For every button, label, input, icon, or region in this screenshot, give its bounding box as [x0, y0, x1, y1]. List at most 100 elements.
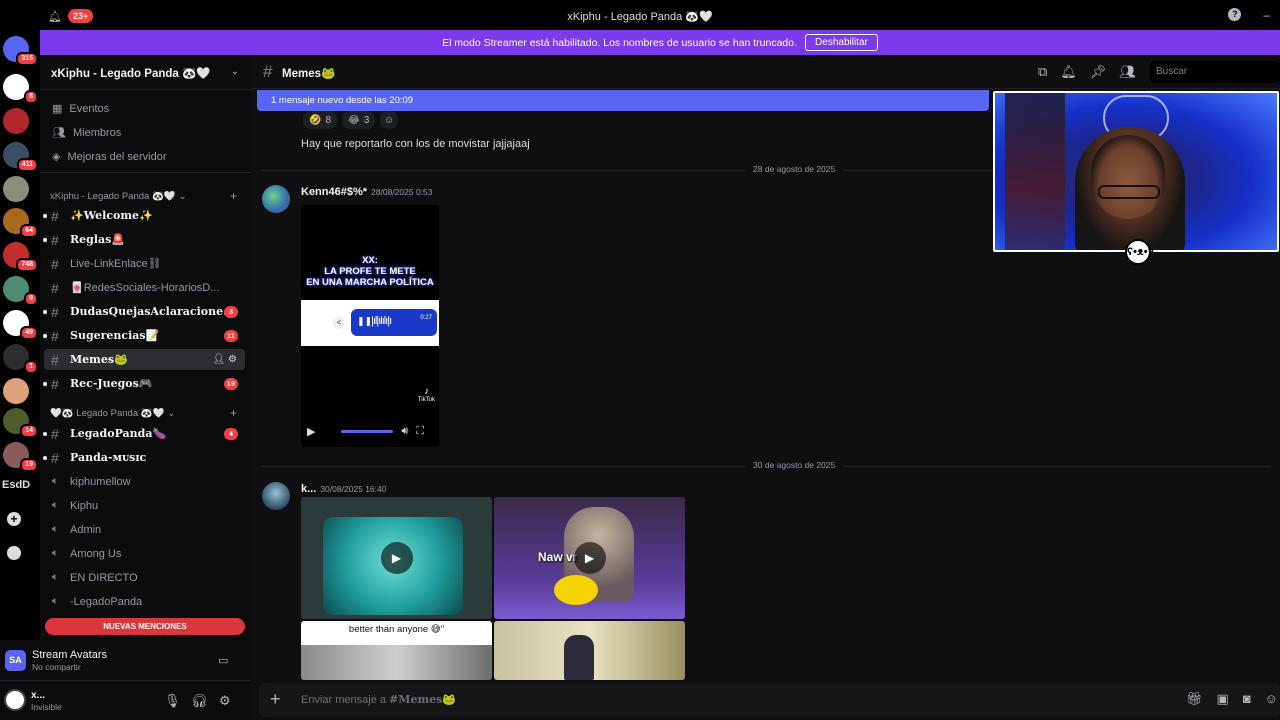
video-tile[interactable]: better than anyone 😅" — [301, 621, 492, 680]
server-icon[interactable]: 411 — [3, 142, 38, 172]
invite-icon[interactable]: 👤︎ — [213, 354, 228, 365]
author-name[interactable]: Kenn46#$%* — [301, 186, 367, 198]
nav-server-boost[interactable]: ◈ Mejoras del servidor — [52, 150, 167, 164]
microphone-icon[interactable]: 🎙︎ — [164, 693, 181, 709]
server-icon[interactable]: 1 — [3, 344, 38, 374]
headphones-icon[interactable]: 🎧︎ — [191, 693, 208, 709]
channel-item[interactable]: # LegadoPanda🍆 4 — [43, 423, 245, 444]
video-tile[interactable] — [494, 621, 685, 680]
add-attachment-icon[interactable]: + — [270, 689, 281, 710]
pause-icon: ❚❚ — [357, 316, 373, 326]
channel-item[interactable]: 🔈︎ Kiphu — [44, 495, 245, 516]
server-icon[interactable]: 49 — [3, 310, 38, 340]
avatar[interactable] — [262, 482, 290, 510]
avatar[interactable] — [262, 185, 290, 213]
fullscreen-icon[interactable]: ⛶ — [416, 425, 424, 438]
channel-item[interactable]: # ✨Welcome✨ — [43, 205, 245, 226]
sticker-icon[interactable]: ◙ — [1243, 691, 1251, 707]
channel-item[interactable]: # 🀄RedesSociales-HorariosD... — [44, 277, 245, 298]
user-name[interactable]: x... — [31, 690, 45, 701]
settings-gear-icon[interactable]: ⚙ — [219, 693, 231, 709]
add-reaction-button[interactable]: ☺ — [380, 111, 399, 129]
server-icon[interactable]: 748 — [3, 242, 38, 272]
channel-item[interactable]: # Panda-ᴍᴜsɪᴄ — [43, 447, 245, 468]
server-icon[interactable]: 9 — [3, 276, 38, 306]
notification-bell-icon[interactable]: 🔔︎ — [1060, 64, 1077, 80]
explore-icon[interactable] — [7, 546, 21, 560]
search-input[interactable]: Buscar — [1150, 61, 1280, 83]
streamer-mode-message: El modo Streamer está habilitado. Los no… — [442, 36, 798, 49]
channel-item[interactable]: 🔈︎ EN DIRECTO — [44, 567, 245, 588]
channel-item[interactable]: 🔈︎ Among Us — [44, 543, 245, 564]
stream-avatars-title[interactable]: Stream Avatars — [32, 649, 107, 661]
channel-item[interactable]: # Sugerencias📝 11 — [43, 325, 245, 346]
server-icon[interactable]: 19 — [3, 442, 38, 472]
video-tile[interactable]: ▶ — [301, 497, 492, 619]
message-author[interactable]: k... 30/08/2025 16:40 — [301, 483, 386, 495]
message-author[interactable]: Kenn46#$%* 28/08/2025 0:53 — [301, 186, 433, 198]
message-input[interactable]: Enviar mensaje a #Memes🐸 — [301, 693, 456, 706]
help-icon[interactable]: ? — [1228, 8, 1242, 21]
gift-icon[interactable]: 🎁︎ — [1186, 691, 1203, 707]
new-messages-bar[interactable]: 1 mensaje nuevo desde las 20:09 — [257, 90, 989, 111]
server-icon[interactable]: 8 — [3, 74, 38, 104]
play-icon[interactable]: ▶ — [573, 542, 606, 574]
server-icon[interactable] — [3, 108, 29, 134]
server-mention-badge: 14 — [20, 424, 38, 438]
server-text-item[interactable]: EsdD — [2, 479, 30, 491]
reaction-joy[interactable]: 😂 3 — [342, 111, 376, 129]
server-icon[interactable]: 14 — [3, 408, 38, 438]
threads-icon[interactable]: ⧉ — [1038, 64, 1047, 80]
server-icon[interactable] — [3, 176, 29, 202]
channel-item[interactable]: 🔈︎ -LegadoPanda — [44, 591, 245, 612]
hash-icon: # — [51, 327, 59, 344]
category-header[interactable]: xKiphu - Legado Panda 🐼🤍 ⌄ — [50, 191, 187, 202]
add-channel-icon[interactable]: + — [230, 406, 237, 420]
video-tile[interactable]: Naw vr ▶ — [494, 497, 685, 619]
play-icon[interactable]: ▶ — [380, 542, 413, 574]
avatar[interactable] — [4, 689, 26, 711]
channel-name: DudasQuejasAclaracione... — [70, 305, 225, 318]
chevron-down-icon[interactable]: ⌄ — [231, 66, 239, 77]
pin-icon[interactable]: 📌︎ — [1090, 64, 1107, 80]
message-composer[interactable]: + Enviar mensaje a #Memes🐸 🎁︎ ▣ ◙ ☺ — [259, 683, 1280, 717]
channel-item[interactable]: # Memes🐸 👤︎ ⚙ — [44, 349, 245, 370]
channel-item[interactable]: 🔈︎ Admin — [44, 519, 245, 540]
channel-settings-icon[interactable]: ⚙ — [228, 354, 237, 365]
server-icon[interactable]: 64 — [3, 208, 38, 238]
channel-item[interactable]: # Reglas🚨 — [43, 229, 245, 250]
channel-name: Reglas🚨 — [70, 233, 126, 246]
channel-item[interactable]: # Rec-Juegos🎮 19 — [43, 373, 245, 394]
add-server-icon[interactable]: + — [7, 512, 21, 526]
reaction-rofl[interactable]: 🤣 8 — [303, 111, 338, 129]
header-divider — [40, 89, 251, 90]
nav-label: Eventos — [69, 102, 110, 115]
nav-members[interactable]: 👥︎ Miembros — [52, 126, 121, 140]
screen-share-icon[interactable]: ▭ — [218, 654, 228, 667]
add-channel-icon[interactable]: + — [230, 189, 237, 203]
author-name[interactable]: k... — [301, 483, 316, 495]
member-list-icon[interactable]: 👥︎ — [1119, 64, 1136, 80]
reaction-emoji: 🤣 — [309, 114, 322, 126]
new-mentions-pill[interactable]: NUEVAS MENCIONES — [45, 618, 245, 635]
gif-icon[interactable]: ▣ — [1217, 691, 1229, 707]
server-name[interactable]: xKiphu - Legado Panda 🐼🤍 — [51, 66, 211, 80]
emoji-icon[interactable]: ☺ — [1265, 691, 1278, 707]
minimize-icon[interactable]: – — [1263, 8, 1270, 22]
category-header[interactable]: 🤍🐼 Legado Panda 🐼🤍 ⌄ — [50, 408, 175, 419]
tiktok-video-embed[interactable]: XX: LA PROFE TE METE EN UNA MARCHA POLÍT… — [301, 205, 439, 447]
play-icon[interactable]: ▶ — [307, 425, 315, 438]
volume-slider[interactable] — [341, 430, 394, 433]
channel-item[interactable]: # Live-LinkEnlace⛓ — [44, 253, 245, 274]
channel-item[interactable]: 🔈︎ kiphumellow — [44, 471, 245, 492]
unread-dot — [43, 455, 47, 460]
nav-events[interactable]: ▦ Eventos — [52, 102, 110, 116]
server-icon[interactable]: 315 — [3, 36, 38, 66]
audio-waveform: ❚❚ |ıl|ılılı|ı 0:27 — [351, 309, 437, 336]
channel-item[interactable]: # DudasQuejasAclaracione... 3 — [43, 301, 245, 322]
disable-streamer-mode-button[interactable]: Deshabilitar — [805, 34, 878, 51]
boost-icon: ◈ — [52, 151, 61, 163]
server-icon[interactable] — [3, 378, 29, 404]
mention-badge: 11 — [224, 329, 238, 342]
volume-icon[interactable]: 🔊︎ — [401, 425, 408, 438]
